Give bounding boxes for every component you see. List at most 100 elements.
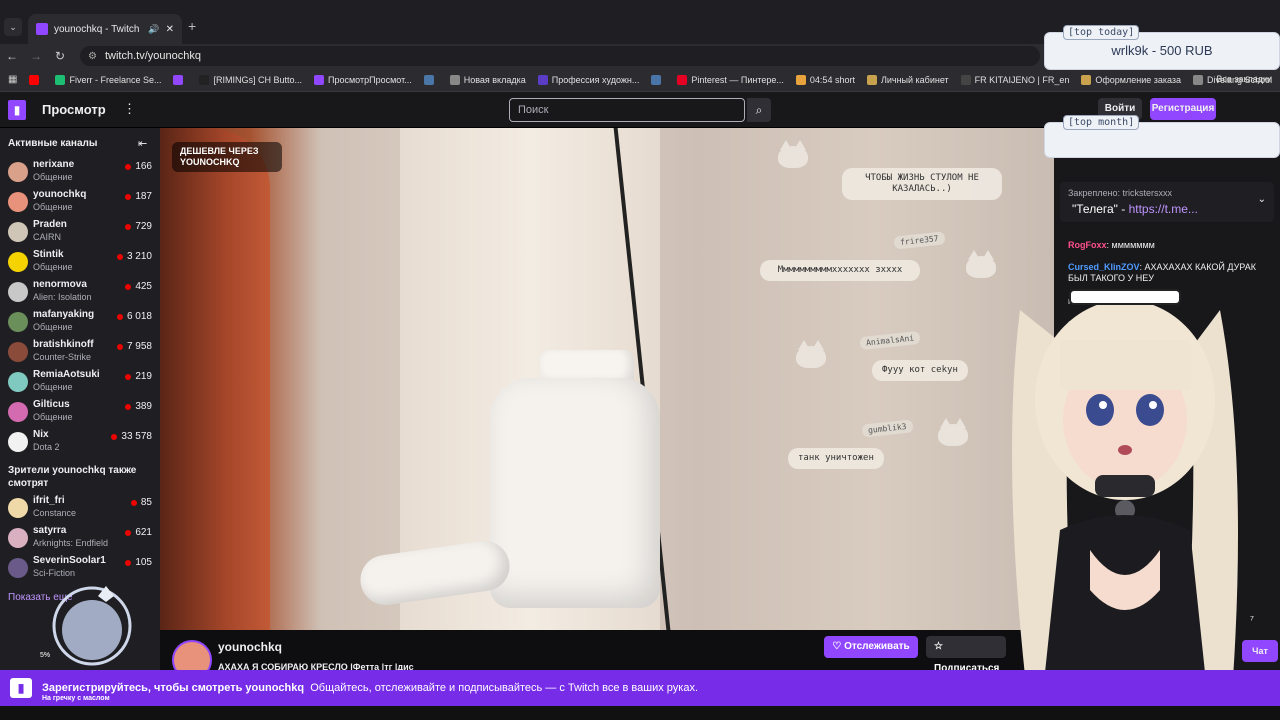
- lunar-progress-widget: 5%: [26, 580, 146, 670]
- channel-name: younochkq: [33, 189, 87, 200]
- top-today-box: [top today] wrlk9k - 500 RUB: [1044, 25, 1280, 70]
- chevron-down-icon[interactable]: ⌄: [1258, 194, 1266, 205]
- bookmark-favicon-icon: [449, 74, 460, 85]
- forward-arrow-icon[interactable]: →: [24, 49, 48, 63]
- channel-avatar: [8, 162, 28, 182]
- channel-avatar: [8, 558, 28, 578]
- viewer-count-value: 33 578: [121, 431, 152, 442]
- site-info-icon[interactable]: ⚙: [88, 51, 97, 62]
- pinned-text: "Телега" - https://t.me...: [1072, 202, 1198, 216]
- channel-name: RemiaAotsuki: [33, 369, 100, 380]
- channel-name: Nix: [33, 429, 49, 440]
- sidebar-channel[interactable]: bratishkinoff Counter-Strike 7 958: [0, 336, 160, 366]
- bookmark-item[interactable]: [423, 74, 438, 85]
- sidebar-channel[interactable]: Gilticus Общение 389: [0, 396, 160, 426]
- audio-icon[interactable]: 🔊: [148, 24, 159, 35]
- top-today-label: [top today]: [1063, 25, 1140, 40]
- follow-button[interactable]: ♡ Отслеживать: [824, 636, 918, 658]
- video-player[interactable]: ДЕШЕВЛЕ ЧЕРЕЗ YOUNOCHKQ ЧТОБЫ ЖИЗНЬ СТУЛ…: [160, 128, 1054, 630]
- user-tag: AnimalsAni: [859, 330, 921, 351]
- back-arrow-icon[interactable]: ←: [0, 49, 24, 63]
- channel-game: Alien: Isolation: [33, 292, 92, 302]
- sidebar-channel[interactable]: mafanyaking Общение 6 018: [0, 306, 160, 336]
- viewer-count: 166: [125, 161, 152, 172]
- search-icon[interactable]: ⌕: [747, 98, 771, 122]
- sidebar-channel[interactable]: nerixane Общение 166: [0, 156, 160, 186]
- bookmark-item[interactable]: Fiverr - Freelance Se...: [55, 74, 161, 85]
- viewer-count-value: 3 210: [126, 251, 152, 262]
- sidebar-channel[interactable]: SeverinSoolar1 Sci-Fiction 105: [0, 552, 160, 582]
- viewer-count-value: 187: [135, 191, 152, 202]
- register-button[interactable]: Регистрация: [1150, 98, 1216, 120]
- viewer-count: 219: [125, 371, 152, 382]
- channel-avatar: [8, 372, 28, 392]
- twitch-favicon-icon: [36, 23, 48, 35]
- bookmark-item[interactable]: Pinterest — Пинтере...: [677, 74, 784, 85]
- channel-game: Общение: [33, 262, 73, 272]
- channel-avatar: [8, 192, 28, 212]
- reload-icon[interactable]: ↻: [48, 49, 72, 63]
- collapse-sidebar-icon[interactable]: ⇤: [138, 137, 147, 150]
- bookmark-item[interactable]: Профессия художн...: [537, 74, 640, 85]
- channel-avatar: [8, 252, 28, 272]
- bookmark-favicon-icon: [651, 74, 662, 85]
- top-month-box: [top month]: [1044, 115, 1280, 158]
- apps-grid-icon[interactable]: ▦: [8, 74, 17, 85]
- close-icon[interactable]: ✕: [166, 24, 174, 35]
- pinned-link[interactable]: https://t.me...: [1129, 202, 1198, 216]
- bookmark-item[interactable]: Оформление заказа: [1081, 74, 1182, 85]
- more-menu-icon[interactable]: ⋮: [123, 101, 136, 117]
- channel-name: mafanyaking: [33, 309, 95, 320]
- viewer-count-value: 166: [135, 161, 152, 172]
- bookmark-label: Оформление заказа: [1095, 74, 1182, 85]
- channel-avatar: [8, 222, 28, 242]
- bookmark-item[interactable]: ПросмотрПросмот...: [314, 74, 412, 85]
- search-input[interactable]: Поиск: [509, 98, 745, 122]
- tab-search-button[interactable]: ⌄: [4, 18, 22, 36]
- bookmark-favicon-icon: [423, 74, 434, 85]
- bookmark-item[interactable]: [173, 74, 187, 85]
- streamer-name[interactable]: younochkq: [218, 640, 282, 654]
- browser-tab[interactable]: younochkq - Twitch 🔊 ✕: [28, 14, 182, 44]
- url-field[interactable]: ⚙ twitch.tv/younochkq: [80, 46, 1040, 66]
- viewer-count-value: 425: [135, 281, 152, 292]
- bookmark-favicon-icon: [537, 74, 548, 85]
- bookmarks-bar: ▦ Fiverr - Freelance Se... [RIMINGs] CH B…: [0, 68, 1280, 92]
- cat-emote-icon: [778, 140, 808, 168]
- bookmark-item[interactable]: Новая вкладка: [449, 74, 526, 85]
- channel-game: Общение: [33, 382, 73, 392]
- channel-game: Sci-Fiction: [33, 568, 76, 578]
- sidebar-channel[interactable]: RemiaAotsuki Общение 219: [0, 366, 160, 396]
- bookmark-item[interactable]: 04:54 short: [795, 74, 855, 85]
- top-today-value: wrlk9k - 500 RUB: [1111, 43, 1213, 58]
- viewer-count: 33 578: [111, 431, 152, 442]
- channel-avatar: [8, 402, 28, 422]
- pinned-message[interactable]: Закреплено: trickstersxxx "Телега" - htt…: [1060, 182, 1274, 222]
- bookmark-item[interactable]: [651, 74, 665, 85]
- banner-bold: Зарегистрируйтесь, чтобы смотреть younoc…: [42, 682, 305, 694]
- channel-game: CAIRN: [33, 232, 62, 242]
- signup-banner[interactable]: ▮ Зарегистрируйтесь, чтобы смотреть youn…: [0, 670, 1280, 706]
- bookmark-item[interactable]: [RIMINGs] CH Butto...: [199, 74, 302, 85]
- bookmark-item[interactable]: [29, 74, 43, 85]
- bookmark-label: Профессия художн...: [551, 74, 640, 85]
- live-dot-icon: [125, 223, 132, 230]
- sidebar-channel[interactable]: ifrit_fri Constance 85: [0, 492, 160, 522]
- channel-name: Praden: [33, 219, 67, 230]
- sidebar-channel[interactable]: nenormova Alien: Isolation 425: [0, 276, 160, 306]
- sidebar-channel[interactable]: younochkq Общение 187: [0, 186, 160, 216]
- chat-username[interactable]: RogFoxx: [1068, 240, 1107, 250]
- twitch-logo-icon[interactable]: ▮: [8, 100, 26, 120]
- live-dot-icon: [125, 559, 132, 566]
- pinned-prefix: "Телега" -: [1072, 202, 1129, 216]
- bookmark-item[interactable]: FR KITAIJENO | FR_en: [960, 74, 1069, 85]
- bookmark-item[interactable]: Личный кабинет: [866, 74, 949, 85]
- sidebar-channel[interactable]: satyrra Arknights: Endfield 621: [0, 522, 160, 552]
- browse-link[interactable]: Просмотр: [42, 102, 106, 117]
- sidebar-channel[interactable]: Stintik Общение 3 210: [0, 246, 160, 276]
- sidebar-channel[interactable]: Praden CAIRN 729: [0, 216, 160, 246]
- new-tab-button[interactable]: +: [188, 18, 196, 34]
- all-bookmarks-link[interactable]: Все закладки: [1216, 74, 1272, 84]
- sidebar-channel[interactable]: Nix Dota 2 33 578: [0, 426, 160, 456]
- channel-avatar: [8, 342, 28, 362]
